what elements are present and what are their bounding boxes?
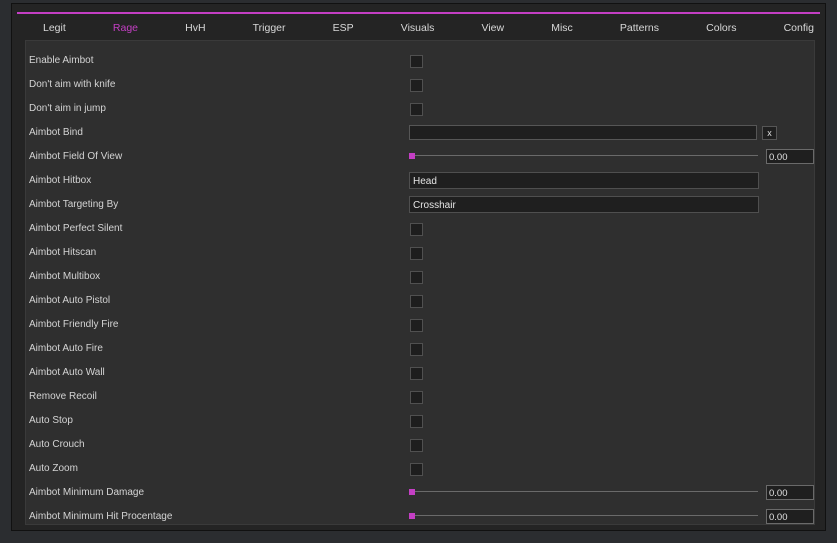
min-damage-slider[interactable] <box>409 489 758 495</box>
tab-rage[interactable]: Rage <box>113 22 138 34</box>
auto-fire-checkbox[interactable] <box>410 343 423 356</box>
setting-label-aimbot-hitbox: Aimbot Hitbox <box>29 175 92 186</box>
setting-label-auto-pistol: Aimbot Auto Pistol <box>29 295 111 306</box>
setting-label-enable-aimbot: Enable Aimbot <box>29 55 94 66</box>
setting-row-auto-zoom: Auto Zoom <box>26 459 814 479</box>
setting-row-friendly-fire: Aimbot Friendly Fire <box>26 315 814 335</box>
aimbot-bind-clear-button[interactable]: x <box>762 126 777 140</box>
tab-bar: Legit Rage HvH Trigger ESP Visuals View Misc Pat… <box>17 16 820 40</box>
perfect-silent-checkbox[interactable] <box>410 223 423 236</box>
friendly-fire-checkbox[interactable] <box>410 319 423 332</box>
aimbot-hitbox-select[interactable]: Head <box>409 172 759 189</box>
hitscan-checkbox[interactable] <box>410 247 423 260</box>
setting-row-hitscan: Aimbot Hitscan <box>26 243 814 263</box>
remove-recoil-checkbox[interactable] <box>410 391 423 404</box>
setting-row-aimbot-fov: Aimbot Field Of View 0.00 <box>26 147 814 167</box>
tab-trigger[interactable]: Trigger <box>253 22 286 34</box>
dont-aim-knife-checkbox[interactable] <box>410 79 423 92</box>
setting-label-aimbot-fov: Aimbot Field Of View <box>29 151 123 162</box>
setting-label-auto-zoom: Auto Zoom <box>29 463 78 474</box>
setting-row-dont-aim-jump: Don't aim in jump <box>26 99 814 119</box>
min-damage-slider-handle[interactable] <box>409 489 415 495</box>
aimbot-fov-slider-handle[interactable] <box>409 153 415 159</box>
setting-row-remove-recoil: Remove Recoil <box>26 387 814 407</box>
setting-label-aimbot-targeting: Aimbot Targeting By <box>29 199 119 210</box>
setting-row-aimbot-targeting: Aimbot Targeting By Crosshair <box>26 195 814 215</box>
min-hit-percentage-slider[interactable] <box>409 513 758 519</box>
setting-row-aimbot-bind: Aimbot Bind x <box>26 123 814 143</box>
setting-label-friendly-fire: Aimbot Friendly Fire <box>29 319 119 330</box>
auto-wall-checkbox[interactable] <box>410 367 423 380</box>
min-damage-slider-track <box>409 491 758 492</box>
tab-colors[interactable]: Colors <box>706 22 736 34</box>
aimbot-fov-slider-track <box>409 155 758 156</box>
setting-label-dont-aim-jump: Don't aim in jump <box>29 103 106 114</box>
tab-view[interactable]: View <box>482 22 505 34</box>
setting-label-multibox: Aimbot Multibox <box>29 271 101 282</box>
cheat-menu-window: Legit Rage HvH Trigger ESP Visuals View Misc Pat… <box>11 3 826 531</box>
setting-label-hitscan: Aimbot Hitscan <box>29 247 97 258</box>
setting-row-min-hit-percentage: Aimbot Minimum Hit Procentage 0.00 <box>26 507 814 527</box>
enable-aimbot-checkbox[interactable] <box>410 55 423 68</box>
aimbot-bind-input[interactable] <box>409 125 757 140</box>
setting-label-remove-recoil: Remove Recoil <box>29 391 97 402</box>
multibox-checkbox[interactable] <box>410 271 423 284</box>
setting-row-auto-fire: Aimbot Auto Fire <box>26 339 814 359</box>
setting-label-auto-stop: Auto Stop <box>29 415 73 426</box>
setting-row-auto-wall: Aimbot Auto Wall <box>26 363 814 383</box>
tab-esp[interactable]: ESP <box>333 22 354 34</box>
setting-row-multibox: Aimbot Multibox <box>26 267 814 287</box>
setting-label-dont-aim-knife: Don't aim with knife <box>29 79 116 90</box>
tab-legit[interactable]: Legit <box>43 22 66 34</box>
aimbot-fov-value-field[interactable]: 0.00 <box>766 149 814 164</box>
tab-config[interactable]: Config <box>784 22 814 34</box>
setting-label-auto-wall: Aimbot Auto Wall <box>29 367 105 378</box>
setting-label-auto-crouch: Auto Crouch <box>29 439 85 450</box>
auto-pistol-checkbox[interactable] <box>410 295 423 308</box>
aimbot-targeting-select[interactable]: Crosshair <box>409 196 759 213</box>
setting-label-aimbot-bind: Aimbot Bind <box>29 127 83 138</box>
setting-row-enable-aimbot: Enable Aimbot <box>26 51 814 71</box>
tab-visuals[interactable]: Visuals <box>401 22 435 34</box>
auto-zoom-checkbox[interactable] <box>410 463 423 476</box>
setting-row-aimbot-hitbox: Aimbot Hitbox Head <box>26 171 814 191</box>
accent-bar <box>17 12 820 14</box>
setting-label-perfect-silent: Aimbot Perfect Silent <box>29 223 123 234</box>
setting-label-min-damage: Aimbot Minimum Damage <box>29 487 145 498</box>
min-damage-value-field[interactable]: 0.00 <box>766 485 814 500</box>
aimbot-fov-slider[interactable] <box>409 153 758 159</box>
min-hit-percentage-slider-track <box>409 515 758 516</box>
min-hit-percentage-slider-handle[interactable] <box>409 513 415 519</box>
setting-label-auto-fire: Aimbot Auto Fire <box>29 343 103 354</box>
setting-row-perfect-silent: Aimbot Perfect Silent <box>26 219 814 239</box>
setting-row-dont-aim-knife: Don't aim with knife <box>26 75 814 95</box>
auto-stop-checkbox[interactable] <box>410 415 423 428</box>
tab-misc[interactable]: Misc <box>551 22 573 34</box>
min-hit-percentage-value-field[interactable]: 0.00 <box>766 509 814 524</box>
tab-patterns[interactable]: Patterns <box>620 22 659 34</box>
setting-label-min-hit-percentage: Aimbot Minimum Hit Procentage <box>29 511 173 522</box>
setting-row-auto-stop: Auto Stop <box>26 411 814 431</box>
setting-row-auto-pistol: Aimbot Auto Pistol <box>26 291 814 311</box>
setting-row-auto-crouch: Auto Crouch <box>26 435 814 455</box>
tab-hvh[interactable]: HvH <box>185 22 205 34</box>
rage-settings-panel: Enable Aimbot Don't aim with knife Don't a… <box>25 40 815 525</box>
dont-aim-jump-checkbox[interactable] <box>410 103 423 116</box>
auto-crouch-checkbox[interactable] <box>410 439 423 452</box>
setting-row-min-damage: Aimbot Minimum Damage 0.00 <box>26 483 814 503</box>
